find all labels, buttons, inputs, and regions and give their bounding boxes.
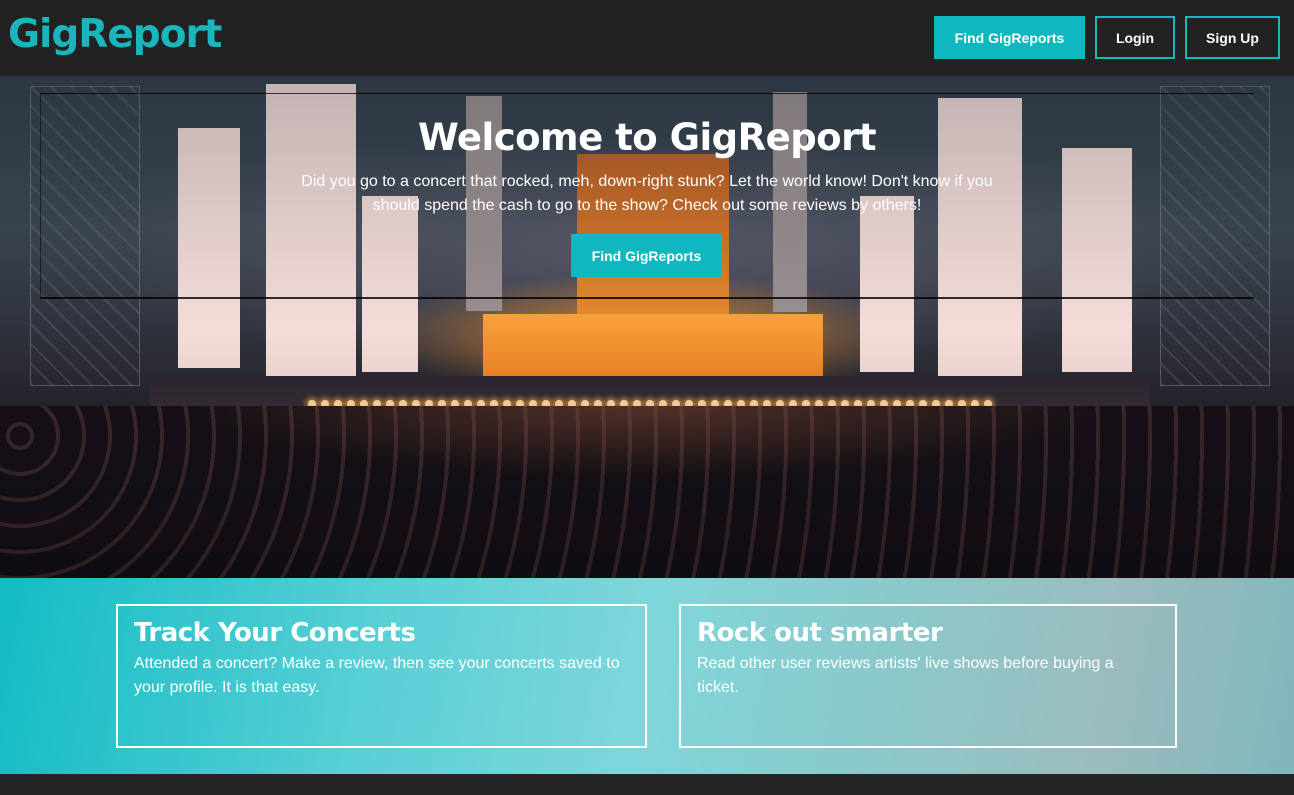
hero-title: Welcome to GigReport: [417, 116, 877, 159]
feature-card-text: Attended a concert? Make a review, then …: [134, 655, 620, 696]
sign-up-button[interactable]: Sign Up: [1185, 16, 1280, 59]
features-section: Track Your Concerts Attended a concert? …: [0, 578, 1294, 774]
feature-card-title: Rock out smarter: [697, 618, 943, 648]
login-button[interactable]: Login: [1095, 16, 1175, 59]
brand-logo[interactable]: GigReport: [8, 12, 222, 57]
navbar: GigReport Find GigReports Login Sign Up: [0, 0, 1294, 76]
find-gigreports-nav-button[interactable]: Find GigReports: [934, 16, 1085, 59]
feature-card-track-concerts: Track Your Concerts Attended a concert? …: [116, 604, 647, 748]
feature-card-text: Read other user reviews artists' live sh…: [697, 655, 1114, 696]
feature-card-title: Track Your Concerts: [134, 618, 416, 648]
find-gigreports-hero-button[interactable]: Find GigReports: [571, 234, 722, 277]
footer: [0, 774, 1294, 795]
hero-description: Did you go to a concert that rocked, meh…: [301, 173, 993, 214]
feature-card-rock-out-smarter: Rock out smarter Read other user reviews…: [679, 604, 1177, 748]
hero-section: Welcome to GigReport Did you go to a con…: [0, 76, 1294, 578]
